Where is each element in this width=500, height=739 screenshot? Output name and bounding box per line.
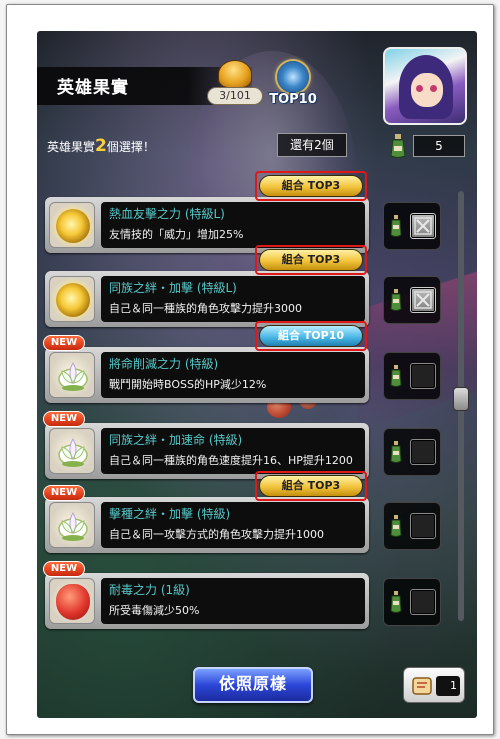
new-badge: NEW	[43, 485, 85, 501]
skill-description: 自己＆同一種族的角色攻擊力提升3000	[109, 302, 302, 315]
list-item[interactable]: 耐毒之力 (1級) 所受毒傷減少50% NEW	[43, 561, 477, 629]
potion-count: 5	[413, 135, 465, 157]
potion-bottle-icon	[390, 441, 402, 463]
skill-info: 耐毒之力 (1級) 所受毒傷減少50%	[101, 578, 365, 624]
skill-name: 耐毒之力 (1級)	[109, 583, 190, 597]
combo-badge: 組合 TOP3	[259, 249, 363, 271]
select-slot[interactable]	[383, 202, 441, 250]
screenshot-frame: 英雄果實 3/101 TOP10 英雄果實2個選擇！ 還有2個 5 熱血友擊之力…	[6, 4, 494, 735]
combo-badge: 組合 TOP3	[259, 475, 363, 497]
potion-bottle-icon	[390, 365, 402, 387]
list-item[interactable]: 將命削減之力 (特級) 戰鬥開始時BOSS的HP減少12% NEW 組合 TOP10	[43, 321, 477, 403]
checkbox[interactable]	[410, 589, 436, 615]
potion-counter: 5	[389, 133, 467, 159]
scroll-item-count: 1	[436, 676, 460, 696]
skill-description: 所受毒傷減少50%	[109, 604, 200, 617]
new-badge: NEW	[43, 411, 85, 427]
skill-info: 同族之絆・加速命 (特級) 自己＆同一種族的角色速度提升16、HP提升1200	[101, 428, 365, 474]
lotus-fruit-icon	[58, 438, 88, 467]
select-slot[interactable]	[383, 276, 441, 324]
new-badge: NEW	[43, 335, 85, 351]
skill-name: 將命削減之力 (特級)	[109, 357, 219, 371]
skill-info: 將命削減之力 (特級) 戰鬥開始時BOSS的HP減少12%	[101, 352, 365, 398]
skill-description: 自己＆同一種族的角色速度提升16、HP提升1200	[109, 454, 353, 467]
reset-button[interactable]: 依照原樣	[193, 667, 313, 703]
skill-name: 同族之絆・加速命 (特級)	[109, 433, 243, 447]
hint-number: 2	[95, 136, 107, 156]
remaining-count: 還有2個	[277, 133, 347, 157]
straw-hat-icon	[219, 61, 251, 87]
skill-info: 熱血友擊之力 (特級L) 友情技的「威力」增加25%	[101, 202, 365, 248]
fruit-card[interactable]: 耐毒之力 (1級) 所受毒傷減少50% NEW	[43, 561, 369, 629]
new-badge: NEW	[43, 561, 85, 577]
avatar-eye	[430, 85, 437, 92]
fruit-icon-frame	[49, 352, 95, 398]
fruit-card[interactable]: 擊種之絆・加擊 (特級) 自己＆同一攻擊方式的角色攻擊力提升1000 NEW	[43, 485, 369, 553]
scrollbar[interactable]	[453, 191, 469, 621]
checkbox[interactable]	[410, 439, 436, 465]
top10-label: TOP10	[269, 92, 317, 107]
checkbox-disabled	[410, 287, 436, 313]
skill-description: 戰鬥開始時BOSS的HP減少12%	[109, 378, 267, 391]
fruit-count: 3/101	[207, 87, 263, 105]
fruit-icon-frame	[49, 502, 95, 548]
avatar[interactable]	[383, 47, 467, 125]
top10-emblem[interactable]: TOP10	[267, 59, 319, 111]
select-slot[interactable]	[383, 352, 441, 400]
select-slot[interactable]	[383, 578, 441, 626]
select-slot[interactable]	[383, 502, 441, 550]
potion-bottle-icon	[390, 515, 402, 537]
gold-fruit-icon	[56, 283, 90, 317]
skill-description: 友情技的「威力」增加25%	[109, 228, 244, 241]
scroll-icon	[412, 677, 432, 695]
scroll-item-button[interactable]: 1	[403, 667, 465, 703]
checkbox[interactable]	[410, 513, 436, 539]
skill-info: 同族之絆・加擊 (特級L) 自己＆同一種族的角色攻擊力提升3000	[101, 276, 365, 322]
potion-bottle-icon	[390, 134, 406, 158]
lotus-fruit-icon	[58, 512, 88, 541]
combo-badge: 組合 TOP3	[259, 175, 363, 197]
fruit-card[interactable]: 同族之絆・加擊 (特級L) 自己＆同一種族的角色攻擊力提升3000	[45, 271, 369, 327]
checkbox-disabled	[410, 213, 436, 239]
checkbox[interactable]	[410, 363, 436, 389]
hint-prefix: 英雄果實	[47, 140, 96, 154]
scroll-thumb[interactable]	[453, 387, 469, 411]
fruit-card[interactable]: 將命削減之力 (特級) 戰鬥開始時BOSS的HP減少12% NEW	[43, 335, 369, 403]
select-slot[interactable]	[383, 428, 441, 476]
lotus-fruit-icon	[58, 362, 88, 391]
gold-fruit-icon	[56, 209, 90, 243]
fruit-icon-frame	[49, 202, 95, 248]
skill-name: 擊種之絆・加擊 (特級)	[109, 507, 231, 521]
fruit-counter: 3/101	[207, 61, 263, 109]
skill-info: 擊種之絆・加擊 (特級) 自己＆同一攻擊方式的角色攻擊力提升1000	[101, 502, 365, 548]
potion-bottle-icon	[390, 591, 402, 613]
potion-bottle-icon	[390, 215, 402, 237]
fruit-icon-frame	[49, 428, 95, 474]
list-item[interactable]: 同族之絆・加擊 (特級L) 自己＆同一種族的角色攻擊力提升3000 組合 TOP3	[45, 245, 477, 327]
potion-bottle-icon	[390, 289, 402, 311]
fruit-icon-frame	[49, 276, 95, 322]
page-title: 英雄果實	[57, 78, 129, 98]
gem-icon	[277, 61, 309, 93]
skill-name: 熱血友擊之力 (特級L)	[109, 207, 225, 221]
game-screen: 英雄果實 3/101 TOP10 英雄果實2個選擇！ 還有2個 5 熱血友擊之力…	[37, 31, 477, 718]
skill-description: 自己＆同一攻擊方式的角色攻擊力提升1000	[109, 528, 324, 541]
red-fruit-icon	[56, 584, 90, 620]
hint-suffix: 個選擇！	[106, 140, 155, 154]
fruit-icon-frame	[49, 578, 95, 624]
avatar-eye	[416, 85, 423, 92]
combo-badge: 組合 TOP10	[259, 325, 363, 347]
list-item[interactable]: 擊種之絆・加擊 (特級) 自己＆同一攻擊方式的角色攻擊力提升1000 NEW 組合 T…	[43, 471, 477, 553]
skill-name: 同族之絆・加擊 (特級L)	[109, 281, 237, 295]
selection-hint: 英雄果實2個選擇！	[47, 136, 155, 156]
